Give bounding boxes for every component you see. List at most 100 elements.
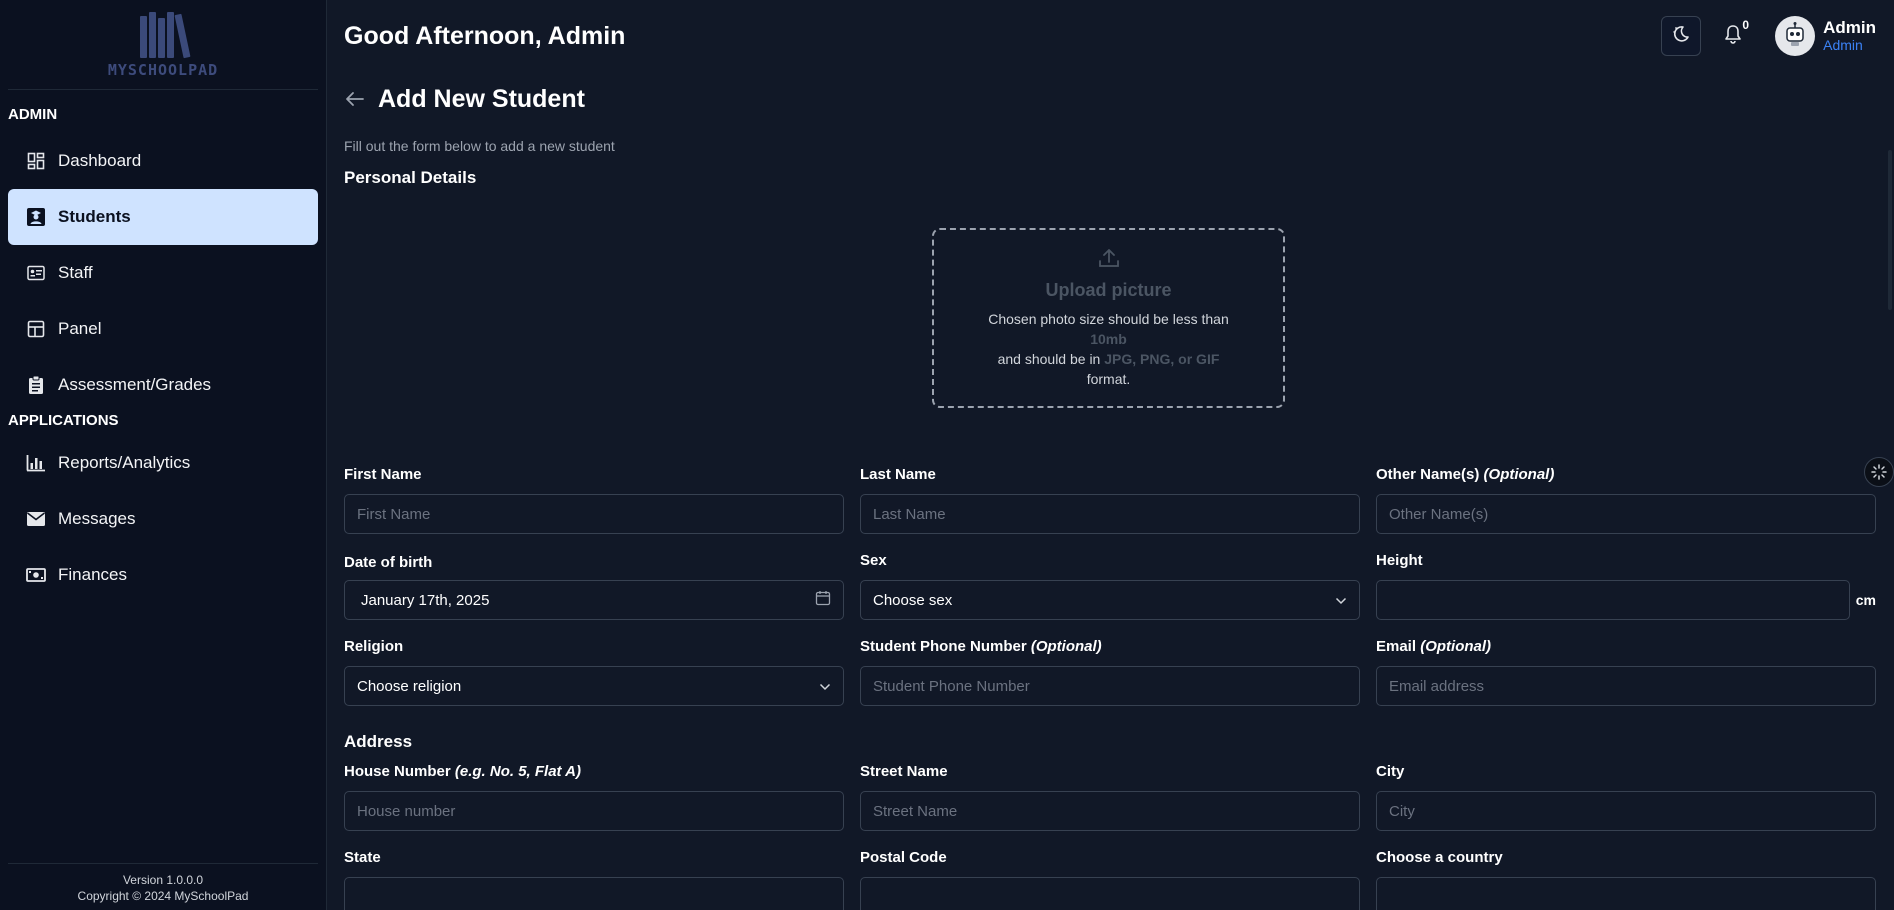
sex-label: Sex [860,552,887,569]
first-name-input[interactable]: First Name [344,494,844,534]
street-input[interactable]: Street Name [860,791,1360,831]
country-select[interactable] [1376,877,1876,910]
sidebar-item-assessment[interactable]: Assessment/Grades [8,357,318,413]
house-number-field: House Number (e.g. No. 5, Flat A) House … [344,763,844,831]
notifications-button[interactable]: 0 [1715,18,1751,54]
student-icon [26,207,46,227]
scrollbar[interactable] [1888,150,1892,310]
religion-field: Religion Choose religion [344,638,844,706]
sidebar-item-label: Dashboard [58,151,142,170]
sex-value: Choose sex [873,591,953,609]
religion-value: Choose religion [357,677,462,695]
chevron-down-icon [819,678,831,695]
back-arrow-icon[interactable] [344,88,366,110]
dob-value: January 17th, 2025 [361,591,490,609]
height-label: Height [1376,552,1423,569]
state-select[interactable] [344,877,844,910]
sidebar-item-label: Students [58,207,131,226]
country-field: Choose a country [1376,849,1876,910]
dob-label: Date of birth [344,554,433,571]
phone-input[interactable]: Student Phone Number [860,666,1360,706]
sex-field: Sex Choose sex [860,552,1360,620]
last-name-field: Last Name Last Name [860,466,1360,534]
postal-input[interactable] [860,877,1360,910]
upload-picture-dropzone[interactable]: Upload picture Chosen photo size should … [932,228,1285,408]
upload-formats: JPG, PNG, or GIF [1104,351,1220,367]
upload-line-1: Chosen photo size should be less than [988,311,1229,327]
dashboard-icon [26,151,46,171]
sidebar-item-reports[interactable]: Reports/Analytics [8,435,318,491]
version-text: Version 1.0.0.0 [122,873,204,887]
city-input[interactable]: City [1376,791,1876,831]
sidebar-item-label: Assessment/Grades [58,375,212,394]
hint-tag: (e.g. No. 5, Flat A) [454,763,581,780]
calendar-icon [815,590,831,610]
personal-details-heading: Personal Details [344,168,477,187]
top-header: Good Afternoon, Admin 0 Admin Admin [327,0,1894,72]
email-label: Email (Optional) [1376,638,1492,655]
sidebar-item-label: Panel [58,319,102,338]
dob-field: Date of birth January 17th, 2025 [344,552,844,620]
bell-icon [1724,24,1742,49]
address-heading: Address [344,732,413,751]
notification-count: 0 [1742,18,1750,32]
optional-tag: (Optional) [1030,638,1102,655]
height-field: Height cm [1376,552,1876,620]
upload-line-2: and should be in [997,351,1101,367]
page-title: Add New Student [378,84,585,113]
panel-icon [26,319,46,339]
state-label: State [344,849,381,866]
other-names-input[interactable]: Other Name(s) [1376,494,1876,534]
money-icon [26,565,46,585]
city-field: City City [1376,763,1876,831]
optional-tag: (Optional) [1483,466,1555,483]
copyright-text: Copyright © 2024 MySchoolPad [77,889,249,903]
sidebar-item-staff[interactable]: Staff [8,245,318,301]
country-label: Choose a country [1376,849,1503,866]
religion-select[interactable]: Choose religion [344,666,844,706]
street-label: Street Name [860,763,948,780]
state-field: State [344,849,844,910]
sidebar-item-dashboard[interactable]: Dashboard [8,133,318,189]
theme-toggle-button[interactable] [1661,16,1702,56]
sidebar: MYSCHOOLPAD ADMIN Dashboard Students Sta… [0,0,327,910]
height-input[interactable] [1376,580,1850,620]
sidebar-item-students[interactable]: Students [8,189,318,245]
religion-label: Religion [344,638,404,655]
sidebar-item-messages[interactable]: Messages [8,491,318,547]
postal-field: Postal Code [860,849,1360,910]
brand-logo[interactable]: MYSCHOOLPAD [8,0,318,90]
upload-line-3: format. [1086,371,1131,387]
section-label-applications: APPLICATIONS [8,412,119,429]
other-names-label: Other Name(s) (Optional) [1376,466,1555,483]
user-menu[interactable]: Admin Admin [1775,16,1876,56]
email-input[interactable]: Email address [1376,666,1876,706]
upload-instructions: Chosen photo size should be less than 10… [988,309,1229,389]
avatar [1775,16,1816,56]
sidebar-footer: Version 1.0.0.0 Copyright © 2024 MySchoo… [8,863,318,904]
other-names-field: Other Name(s) (Optional) Other Name(s) [1376,466,1876,534]
user-name: Admin [1823,18,1876,37]
phone-label: Student Phone Number (Optional) [860,638,1102,655]
page-subtitle: Fill out the form below to add a new stu… [344,138,615,154]
greeting: Good Afternoon, Admin [344,21,626,50]
email-field: Email (Optional) Email address [1376,638,1876,706]
height-unit: cm [1855,592,1876,608]
sidebar-item-panel[interactable]: Panel [8,301,318,357]
sidebar-item-label: Messages [58,509,136,528]
last-name-input[interactable]: Last Name [860,494,1360,534]
optional-tag: (Optional) [1420,638,1492,655]
sex-select[interactable]: Choose sex [860,580,1360,620]
chevron-down-icon [1335,592,1347,609]
staff-icon [26,263,46,283]
user-role: Admin [1823,37,1863,53]
logo-text: MYSCHOOLPAD [107,61,219,79]
sidebar-item-finances[interactable]: Finances [8,547,318,603]
moon-icon [1671,24,1691,49]
postal-label: Postal Code [860,849,947,866]
sidebar-item-label: Staff [58,263,93,282]
section-label-admin: ADMIN [8,106,58,123]
envelope-icon [26,509,46,529]
dob-picker[interactable]: January 17th, 2025 [344,580,844,620]
house-number-input[interactable]: House number [344,791,844,831]
